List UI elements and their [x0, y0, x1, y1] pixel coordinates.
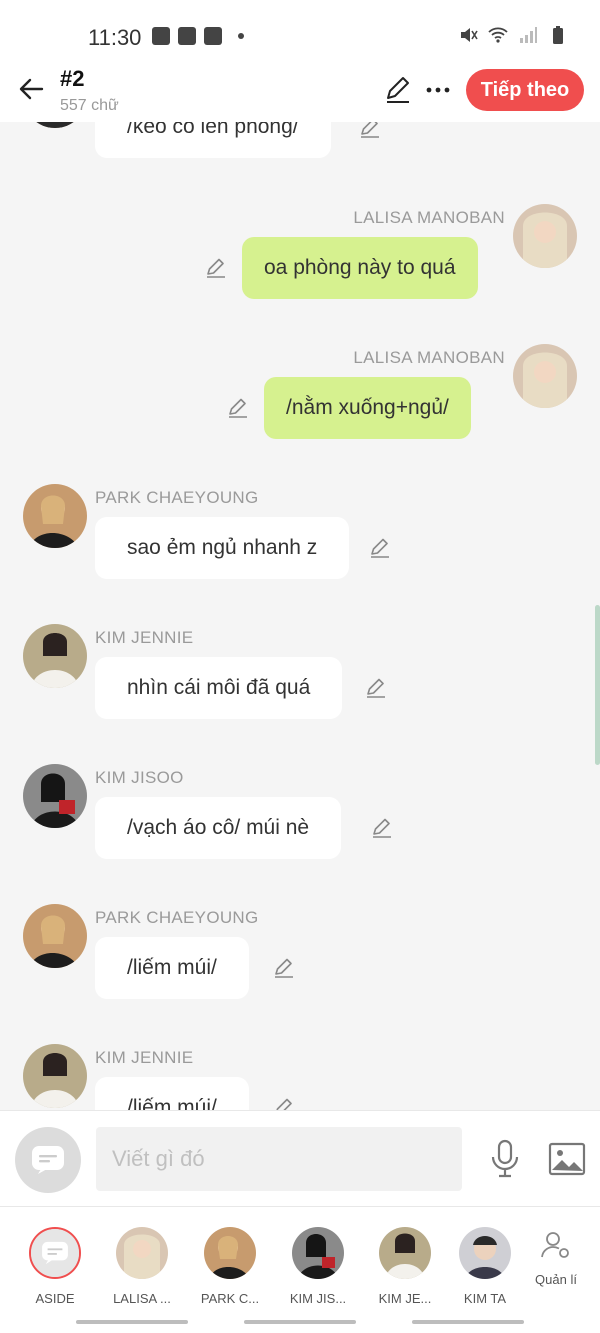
wifi-icon — [488, 27, 508, 43]
avatar[interactable] — [513, 204, 577, 268]
user-settings-icon — [541, 1232, 569, 1258]
message-bubble[interactable]: nhìn cái môi đã quá — [95, 657, 343, 719]
character-park-chaeyoung[interactable]: PARK C... — [190, 1221, 270, 1306]
battery-icon — [553, 26, 563, 44]
character-name: PARK CHAEYOUNG — [95, 488, 259, 507]
message-bubble[interactable]: /kéo cô lên phòng/ — [95, 122, 331, 158]
character-name: LALISA MANOBAN — [353, 348, 505, 367]
message-bubble[interactable]: oa phòng này to quá — [242, 237, 478, 299]
pencil-icon[interactable] — [272, 1096, 296, 1110]
shop-notification-icon — [178, 27, 196, 45]
message-bubble[interactable]: /liếm múi/ — [95, 937, 249, 999]
pencil-icon — [387, 77, 409, 103]
image-button[interactable] — [548, 1141, 586, 1177]
message-input[interactable] — [96, 1127, 462, 1191]
edit-title-button[interactable] — [382, 74, 414, 106]
image-icon — [548, 1142, 586, 1176]
story-header: #2 557 chữ Tiếp theo — [0, 62, 600, 122]
avatar[interactable] — [23, 1044, 87, 1108]
avatar[interactable] — [23, 624, 87, 688]
avatar — [292, 1227, 344, 1279]
character-name: KIM JENNIE — [95, 1048, 194, 1067]
nav-home-button[interactable] — [244, 1320, 356, 1324]
message-bubble[interactable]: /nằm xuống+ngủ/ — [264, 377, 471, 439]
character-kim-jennie[interactable]: KIM JE... — [365, 1221, 445, 1306]
mute-icon — [461, 28, 478, 42]
more-options-button[interactable] — [422, 74, 454, 106]
app-notification-icon — [204, 27, 222, 45]
character-label: PARK C... — [200, 1291, 260, 1306]
scrollbar[interactable] — [595, 605, 600, 765]
pencil-icon[interactable] — [272, 956, 296, 980]
system-nav-bar — [0, 1312, 600, 1333]
aside-toggle-button[interactable] — [15, 1127, 81, 1193]
character-label: KIM JIS... — [289, 1291, 347, 1306]
message-bubble[interactable]: /liếm múi/ — [95, 1077, 249, 1110]
more-notifications-icon — [238, 33, 244, 39]
avatar — [204, 1227, 256, 1279]
avatar[interactable] — [23, 122, 87, 128]
chat-bubble-icon — [32, 1146, 64, 1174]
gallery-notification-icon — [152, 27, 170, 45]
pencil-icon[interactable] — [368, 536, 392, 560]
character-kim-jisoo[interactable]: KIM JIS... — [278, 1221, 358, 1306]
avatar — [459, 1227, 511, 1279]
character-name: PARK CHAEYOUNG — [95, 908, 259, 927]
avatar[interactable] — [513, 344, 577, 408]
avatar — [116, 1227, 168, 1279]
next-button[interactable]: Tiếp theo — [466, 69, 584, 111]
avatar[interactable] — [23, 764, 87, 828]
avatar[interactable] — [23, 484, 87, 548]
character-name: KIM JENNIE — [95, 628, 194, 647]
status-time: 11:30 — [88, 25, 142, 50]
nav-recent-button[interactable] — [76, 1320, 188, 1324]
character-lalisa[interactable]: LALISA ... — [102, 1221, 182, 1306]
message-bubble[interactable]: sao ẻm ngủ nhanh z — [95, 517, 350, 579]
back-arrow-icon — [19, 78, 44, 100]
back-button[interactable] — [14, 72, 48, 106]
message-bubble[interactable]: /vạch áo cô/ múi nè — [95, 797, 342, 859]
mic-icon — [491, 1139, 519, 1178]
chat-bubble-icon — [31, 1229, 79, 1277]
avatar — [379, 1227, 431, 1279]
character-label: LALISA ... — [113, 1291, 171, 1306]
voice-button[interactable] — [488, 1139, 522, 1179]
character-label: KIM JE... — [378, 1291, 432, 1306]
more-icon — [426, 87, 450, 93]
pencil-icon[interactable] — [226, 396, 250, 420]
status-bar: 11:30 — [0, 0, 600, 70]
pencil-icon[interactable] — [358, 122, 382, 140]
word-count: 557 chữ — [60, 97, 119, 114]
chat-area[interactable]: /kéo cô lên phòng/ LALISA MANOBAN oa phò… — [0, 122, 600, 1110]
input-bar — [0, 1110, 600, 1206]
character-name: KIM JISOO — [95, 768, 184, 787]
character-bar: ASIDE LALISA ... PARK C... KIM JIS... KI… — [0, 1206, 600, 1312]
character-aside[interactable]: ASIDE — [15, 1221, 95, 1306]
page-title: #2 — [60, 66, 85, 91]
avatar[interactable] — [23, 904, 87, 968]
aside-avatar — [29, 1227, 81, 1279]
character-label: ASIDE — [35, 1291, 75, 1306]
signal-icon — [520, 27, 537, 43]
pencil-icon[interactable] — [364, 676, 388, 700]
manage-label: Quản lí — [535, 1272, 577, 1287]
manage-characters-button[interactable]: Quản lí — [526, 1229, 586, 1287]
character-kim-ta[interactable]: KIM TA — [450, 1221, 520, 1306]
nav-back-button[interactable] — [412, 1320, 524, 1324]
pencil-icon[interactable] — [370, 816, 394, 840]
pencil-icon[interactable] — [204, 256, 228, 280]
character-name: LALISA MANOBAN — [353, 208, 505, 227]
character-label: KIM TA — [463, 1291, 507, 1306]
